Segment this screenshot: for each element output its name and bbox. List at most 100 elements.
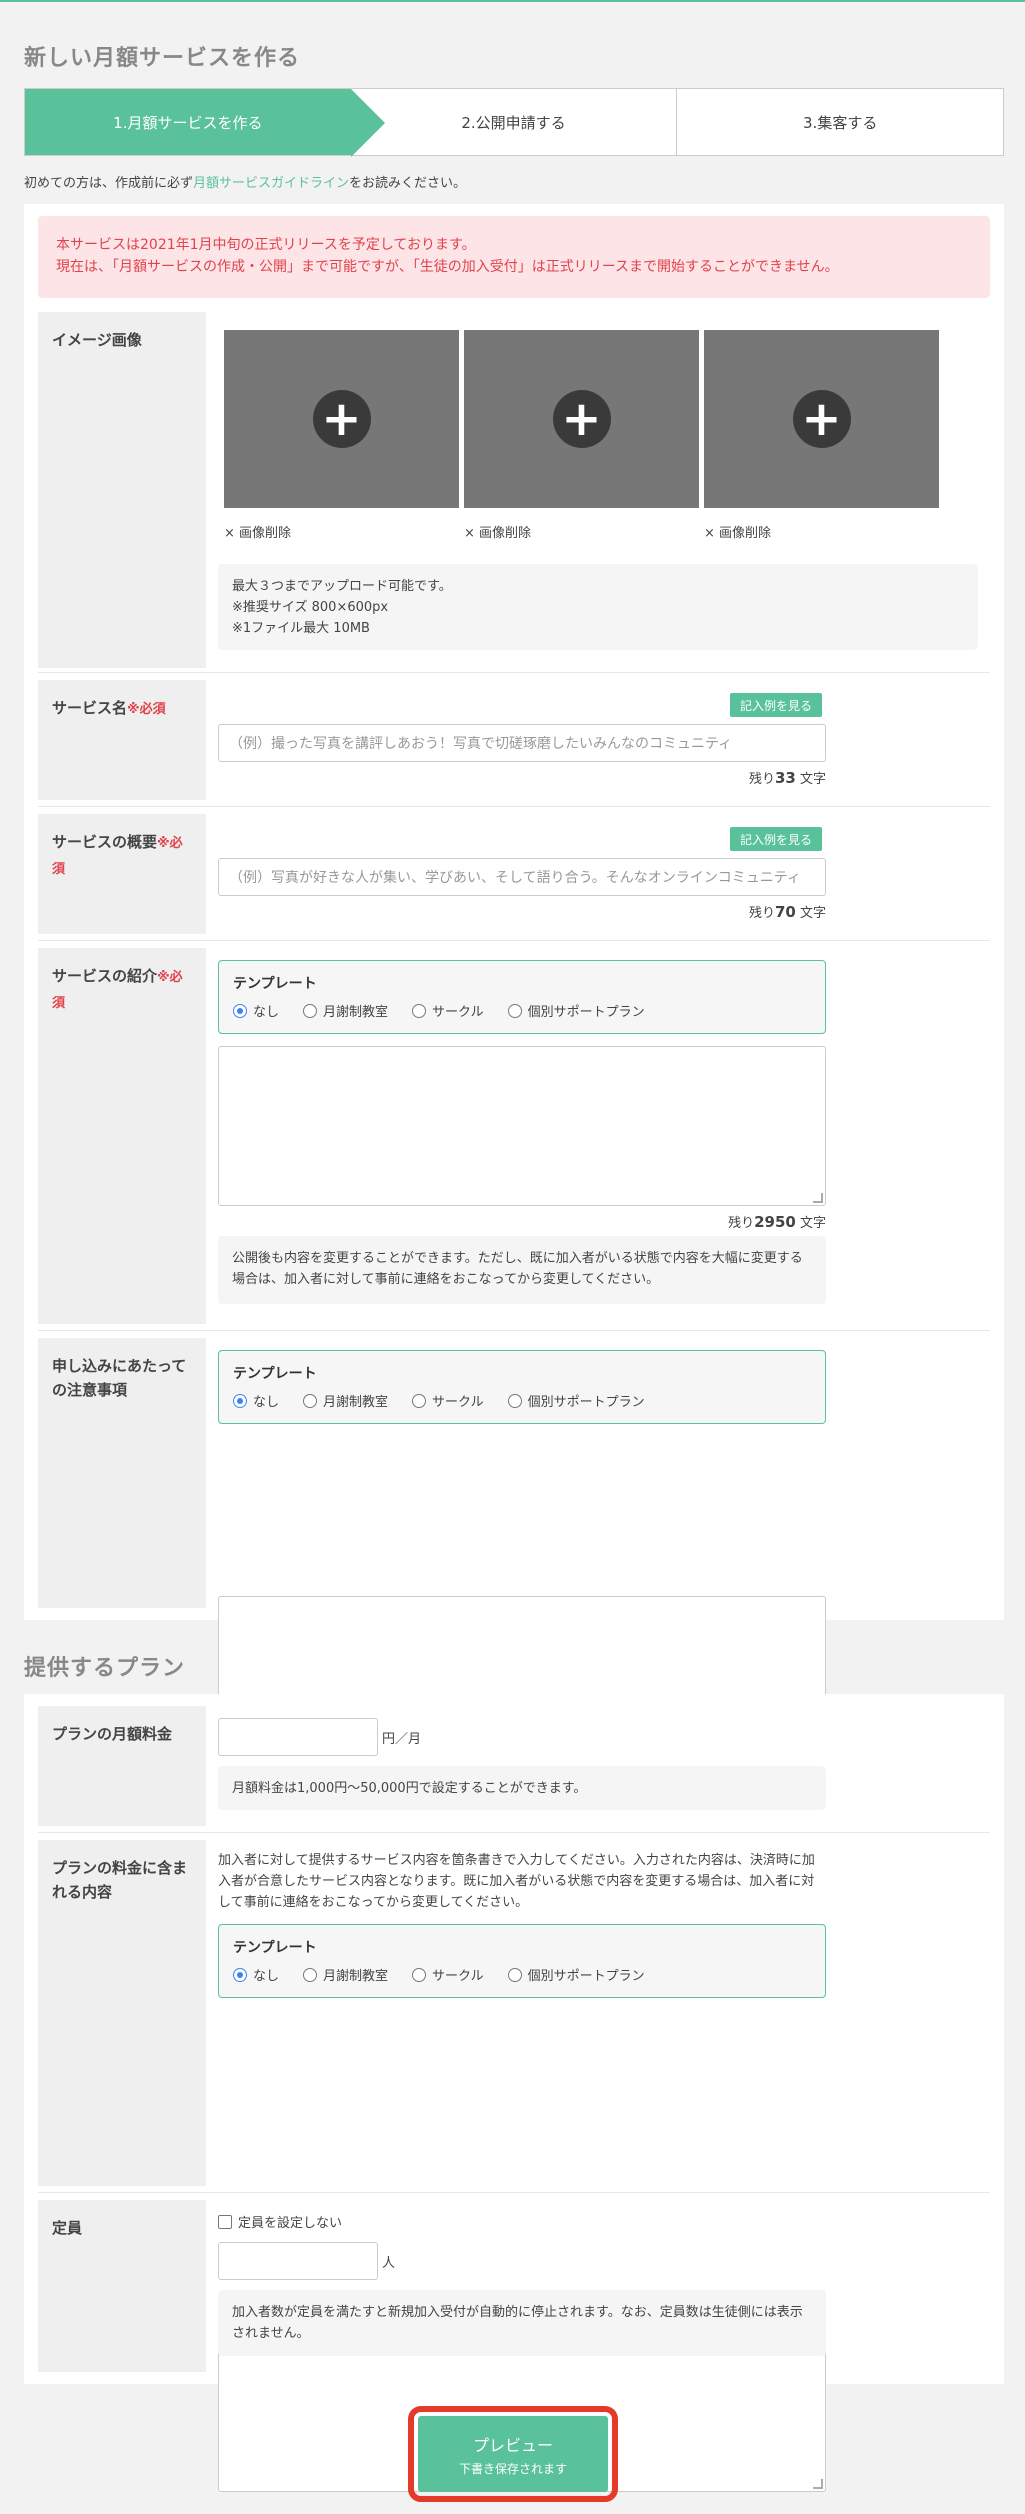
image-info-line: ※1ファイル最大 10MB — [232, 621, 370, 636]
checkbox-label: 定員を設定しない — [238, 2216, 343, 2231]
template-option-circle[interactable]: サークル — [412, 1001, 484, 1020]
plan-heading: 提供するプラン — [24, 1656, 186, 1681]
template-option-individual[interactable]: 個別サポートプラン — [507, 1965, 645, 1984]
remaining-prefix: 残り — [748, 772, 775, 787]
image-slot-2[interactable]: + — [464, 330, 699, 508]
label-service-intro: サービスの紹介※必須 — [38, 948, 206, 1324]
radio-selected-icon — [233, 1967, 247, 1982]
example-button-summary[interactable]: 記入例を見る — [730, 827, 823, 851]
no-capacity-option[interactable]: 定員を設定しない — [218, 2212, 342, 2231]
required-mark: ※必須 — [127, 702, 166, 717]
preview-button[interactable]: プレビュー 下書き保存されます — [408, 2406, 618, 2502]
capacity-info-line: 加入者数が定員を満たすと新規加入受付が自動的に停止されます。なお、定員数は生徒側… — [232, 2305, 803, 2320]
image-info-line: 最大３つまでアップロード可能です。 — [232, 579, 452, 594]
add-image-icon: + — [792, 390, 851, 448]
option-label: なし — [253, 1395, 280, 1410]
option-label: 月謝制教室 — [323, 1395, 389, 1410]
template-option-none[interactable]: なし — [233, 1965, 279, 1984]
divider — [38, 2192, 990, 2193]
template-option-monthly[interactable]: 月謝制教室 — [303, 1391, 388, 1410]
template-title: テンプレート — [233, 1366, 317, 1382]
service-summary-label-text: サービスの概要 — [52, 833, 158, 851]
guide-note: 初めての方は、作成前に必ず月額サービスガイドラインをお読みください。 — [24, 172, 466, 191]
label-plan-content: プランの料金に含ま れる内容 — [38, 1840, 206, 2186]
option-label: なし — [253, 1969, 280, 1984]
example-button-name[interactable]: 記入例を見る — [730, 693, 823, 717]
option-label: 個別サポートプラン — [527, 1005, 645, 1020]
template-title: テンプレート — [233, 1940, 317, 1956]
service-intro-info: 公開後も内容を変更することができます。ただし、既に加入者がいる状態で内容を大幅に… — [218, 1236, 826, 1304]
delete-image-1[interactable]: × 画像削除 — [224, 522, 291, 541]
option-label: 個別サポートプラン — [527, 1395, 645, 1410]
radio-icon — [507, 1967, 522, 1982]
remaining-suffix: 文字 — [799, 1216, 826, 1231]
template-option-individual[interactable]: 個別サポートプラン — [507, 1001, 645, 1020]
remaining-prefix: 残り — [728, 1216, 755, 1231]
guide-prefix: 初めての方は、作成前に必ず — [24, 176, 194, 191]
preview-button-subtitle: 下書き保存されます — [458, 2461, 567, 2476]
template-option-circle[interactable]: サークル — [412, 1965, 484, 1984]
plan-fee-unit: 円／月 — [382, 1732, 422, 1747]
remaining-count: 70 — [774, 903, 796, 921]
alert-line-1: 本サービスは2021年1月中旬の正式リリースを予定しております。 — [56, 237, 476, 253]
alert-line-2: 現在は、「月額サービスの作成・公開」まで可能ですが、「生徒の加入受付」は正式リリ… — [56, 259, 839, 275]
add-image-icon: + — [552, 390, 611, 448]
radio-selected-icon — [233, 1393, 247, 1408]
template-option-individual[interactable]: 個別サポートプラン — [507, 1391, 645, 1410]
capacity-unit: 人 — [382, 2256, 396, 2271]
radio-icon — [507, 1003, 522, 1018]
guide-suffix: をお読みください。 — [349, 176, 467, 191]
service-summary-input[interactable]: （例）写真が好きな人が集い、学びあい、そして語り合う。そんなオンラインコミュニテ… — [218, 858, 826, 896]
label-service-summary: サービスの概要※必須 — [38, 814, 206, 934]
option-label: サークル — [432, 1969, 484, 1984]
checkbox-icon — [218, 2214, 232, 2229]
capacity-info: 加入者数が定員を満たすと新規加入受付が自動的に停止されます。なお、定員数は生徒側… — [218, 2290, 826, 2356]
image-slot-1[interactable]: + — [224, 330, 459, 508]
service-name-input[interactable]: （例）撮った写真を講評しあおう！写真で切磋琢磨したいみんなのコミュニティ — [218, 724, 826, 762]
radio-icon — [303, 1967, 318, 1982]
radio-icon — [412, 1003, 427, 1018]
option-label: 月謝制教室 — [323, 1969, 389, 1984]
guideline-link[interactable]: 月額サービスガイドライン — [193, 176, 349, 191]
remaining-count: 33 — [774, 769, 796, 787]
delete-image-3[interactable]: × 画像削除 — [704, 522, 771, 541]
template-option-none[interactable]: なし — [233, 1391, 279, 1410]
plan-content-label-line: れる内容 — [52, 1883, 113, 1901]
template-option-none[interactable]: なし — [233, 1001, 279, 1020]
delete-image-2[interactable]: × 画像削除 — [464, 522, 531, 541]
template-selector-notes: テンプレート なし 月謝制教室 サークル 個別サポートプラン — [218, 1350, 826, 1424]
remaining-prefix: 残り — [748, 906, 775, 921]
service-name-remaining: 残り33 文字 — [700, 768, 826, 787]
radio-icon — [303, 1003, 318, 1018]
template-option-circle[interactable]: サークル — [412, 1391, 484, 1410]
remaining-count: 2950 — [754, 1213, 796, 1231]
plan-desc-line: して事前に連絡をおこなってから変更してください。 — [218, 1895, 529, 1910]
radio-icon — [412, 1393, 427, 1408]
template-selector-intro: テンプレート なし 月謝制教室 サークル 個別サポートプラン — [218, 960, 826, 1034]
plan-fee-info: 月額料金は1,000円〜50,000円で設定することができます。 — [218, 1766, 826, 1810]
option-label: 月謝制教室 — [323, 1005, 389, 1020]
service-intro-remaining: 残り2950 文字 — [680, 1212, 826, 1231]
plan-fee-input[interactable] — [218, 1718, 378, 1756]
template-option-monthly[interactable]: 月謝制教室 — [303, 1001, 388, 1020]
add-image-icon: + — [312, 390, 371, 448]
step-3: 3.集客する — [803, 113, 878, 132]
capacity-input[interactable] — [218, 2242, 378, 2280]
template-option-monthly[interactable]: 月謝制教室 — [303, 1965, 388, 1984]
plan-desc-line: 加入者に対して提供するサービス内容を箇条書きで入力してください。入力された内容は… — [218, 1853, 815, 1868]
notes-label-line: 申し込みにあたって — [52, 1357, 187, 1375]
plan-content-label-line: プランの料金に含ま — [52, 1859, 188, 1877]
image-slot-3[interactable]: + — [704, 330, 939, 508]
radio-icon — [412, 1967, 427, 1982]
radio-icon — [507, 1393, 522, 1408]
service-intro-textarea[interactable] — [218, 1046, 826, 1206]
label-service-name: サービス名※必須 — [38, 680, 206, 800]
release-alert: 本サービスは2021年1月中旬の正式リリースを予定しております。 現在は、「月額… — [38, 216, 990, 298]
preview-button-title: プレビュー — [472, 2435, 553, 2455]
capacity-info-line: されません。 — [232, 2326, 310, 2341]
step-1: 1.月額サービスを作る — [25, 89, 385, 157]
image-info-line: ※推奨サイズ 800×600px — [232, 600, 389, 615]
service-intro-label-text: サービスの紹介 — [52, 967, 158, 985]
option-label: なし — [253, 1005, 280, 1020]
label-capacity: 定員 — [38, 2200, 206, 2372]
